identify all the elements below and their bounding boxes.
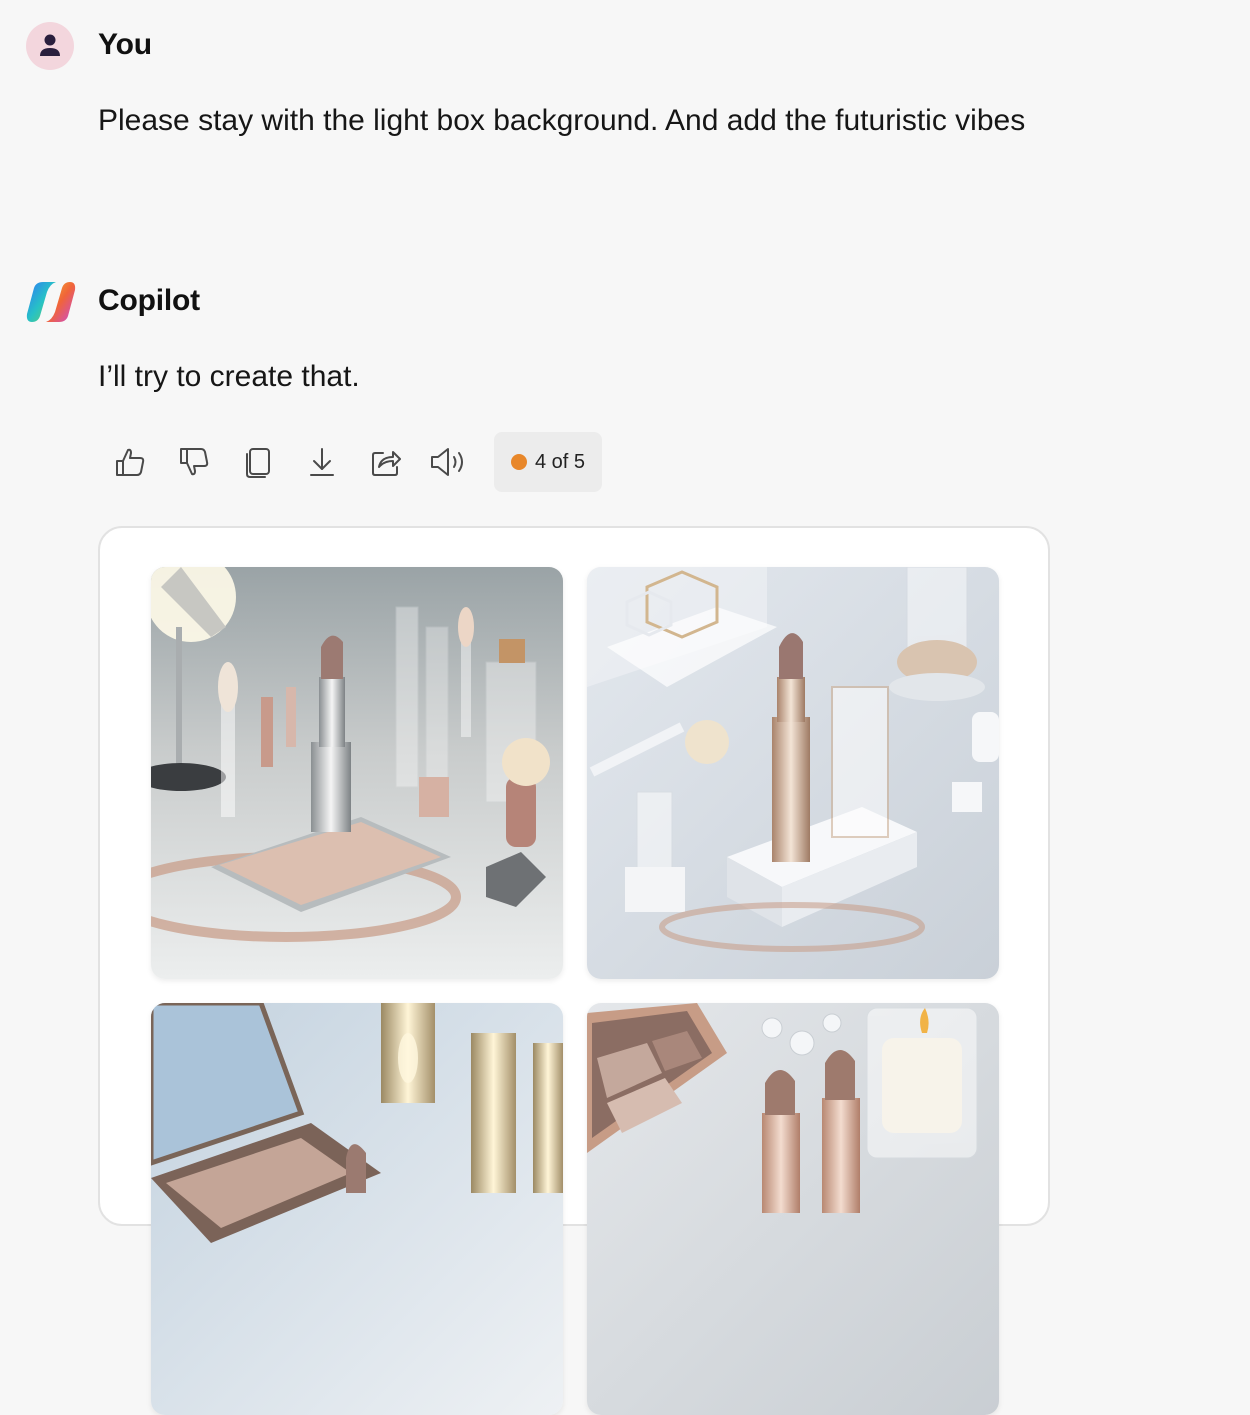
read-aloud-button[interactable] [418,432,482,492]
lipstick-image-2 [587,567,999,979]
copy-button[interactable] [226,432,290,492]
person-icon [40,34,60,56]
thumbs-down-icon [180,448,209,476]
user-header [26,22,74,70]
copilot-logo-icon [26,282,76,322]
copy-icon [246,448,270,478]
image-gallery [98,526,1050,1415]
thumbs-up-icon [116,448,145,476]
user-author-name: You [98,28,152,61]
lipstick-image-1 [151,567,563,979]
thumbs-up-button[interactable] [98,432,162,492]
generated-image-3[interactable] [151,1003,563,1415]
palette-image-4 [587,1003,999,1415]
compact-image-3 [151,1003,563,1415]
pager-status-dot [510,454,527,470]
user-message-text: Please stay with the light box backgroun… [98,104,1026,137]
user-avatar [26,22,74,70]
generated-image-1[interactable] [151,567,563,979]
speaker-icon [431,448,463,476]
response-pager[interactable]: 4 of 5 [494,432,602,492]
generated-image-2[interactable] [587,567,999,979]
download-icon [310,448,334,476]
share-icon [372,451,401,476]
thumbs-down-button[interactable] [162,432,226,492]
copilot-message-text: I’ll try to create that. [98,360,360,393]
download-button[interactable] [290,432,354,492]
share-button[interactable] [354,432,418,492]
copilot-header [26,278,76,326]
pager-label: 4 of 5 [534,450,586,473]
copilot-author-name: Copilot [98,284,200,317]
generated-image-4[interactable] [587,1003,999,1415]
message-actions-toolbar: 4 of 5 [98,432,602,492]
